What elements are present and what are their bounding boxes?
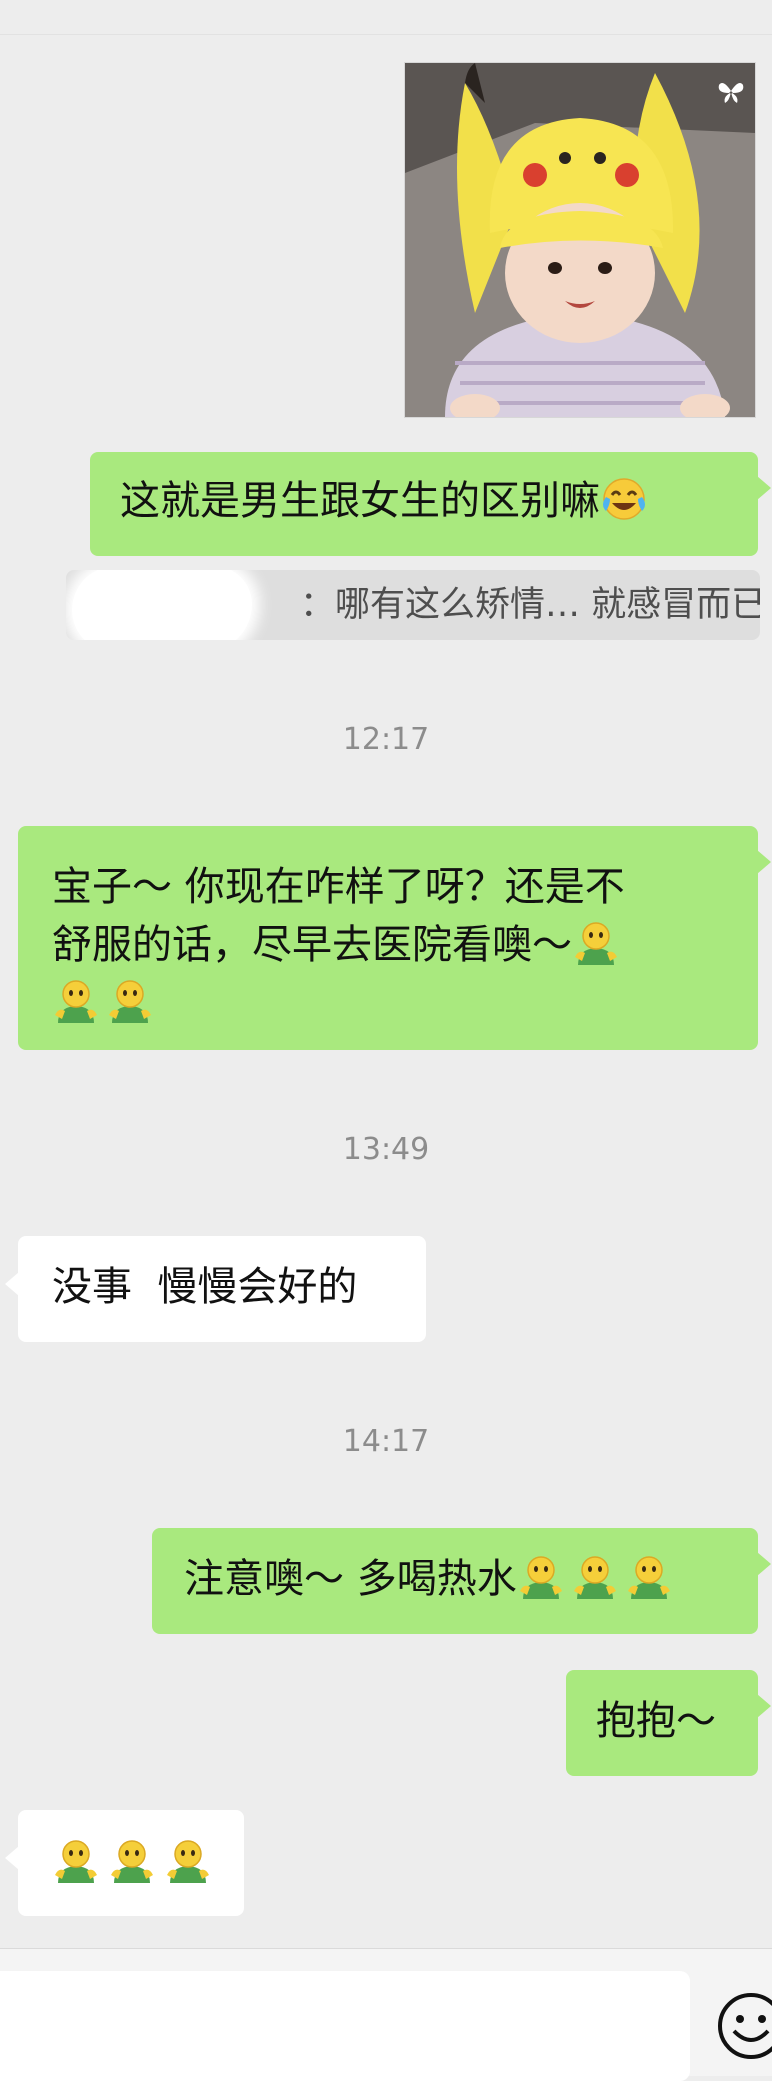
image-message-picture bbox=[405, 63, 755, 417]
message-text: 抱抱～ bbox=[596, 1698, 716, 1744]
person-emoji-icon bbox=[571, 1553, 619, 1601]
person-emoji-icon bbox=[52, 1837, 100, 1885]
person-emoji-icon bbox=[517, 1553, 565, 1601]
outgoing-message[interactable]: 注意噢～ 多喝热水 bbox=[152, 1528, 771, 1634]
smiley-icon[interactable] bbox=[716, 1991, 772, 2061]
message-line-3 bbox=[52, 974, 734, 1032]
outgoing-message[interactable]: 这就是男生跟女生的区别嘛 bbox=[90, 452, 771, 556]
message-input[interactable] bbox=[0, 1971, 690, 2081]
outgoing-message[interactable]: 宝子～ 你现在咋样了呀？还是不 舒服的话，尽早去医院看噢～ bbox=[18, 826, 771, 1050]
person-emoji-icon bbox=[164, 1837, 212, 1885]
quoted-text: ：哪有这么矫情… 就感冒而已 bbox=[300, 585, 760, 625]
person-emoji-icon bbox=[108, 1837, 156, 1885]
message-text: 没事 慢慢会好的 bbox=[52, 1264, 358, 1310]
timestamp: 14:17 bbox=[342, 1424, 430, 1459]
message-text: 注意噢～ 多喝热水 bbox=[184, 1556, 517, 1602]
quoted-message[interactable]: ：哪有这么矫情… 就感冒而已 bbox=[66, 570, 760, 640]
person-emoji-icon bbox=[572, 919, 620, 967]
incoming-message[interactable] bbox=[5, 1810, 244, 1916]
butterfly-icon bbox=[717, 77, 745, 105]
message-text-line-2: 舒服的话，尽早去医院看噢～ bbox=[52, 922, 572, 968]
timestamp: 13:49 bbox=[342, 1132, 430, 1167]
redacted-name bbox=[72, 570, 252, 640]
input-bar bbox=[0, 1948, 772, 2081]
message-text-line-1: 宝子～ 你现在咋样了呀？还是不 bbox=[52, 864, 625, 910]
incoming-message[interactable]: 没事 慢慢会好的 bbox=[5, 1236, 426, 1342]
person-emoji-icon bbox=[52, 977, 100, 1025]
message-text: 这就是男生跟女生的区别嘛 bbox=[120, 478, 600, 524]
person-emoji-icon bbox=[106, 977, 154, 1025]
outgoing-message[interactable]: 抱抱～ bbox=[566, 1670, 771, 1776]
top-divider bbox=[0, 34, 772, 35]
message-line-2: 舒服的话，尽早去医院看噢～ bbox=[52, 916, 734, 974]
image-message[interactable] bbox=[404, 62, 756, 418]
timestamp: 12:17 bbox=[342, 722, 430, 757]
face-with-tears-of-joy-icon bbox=[600, 475, 648, 523]
person-emoji-icon bbox=[625, 1553, 673, 1601]
